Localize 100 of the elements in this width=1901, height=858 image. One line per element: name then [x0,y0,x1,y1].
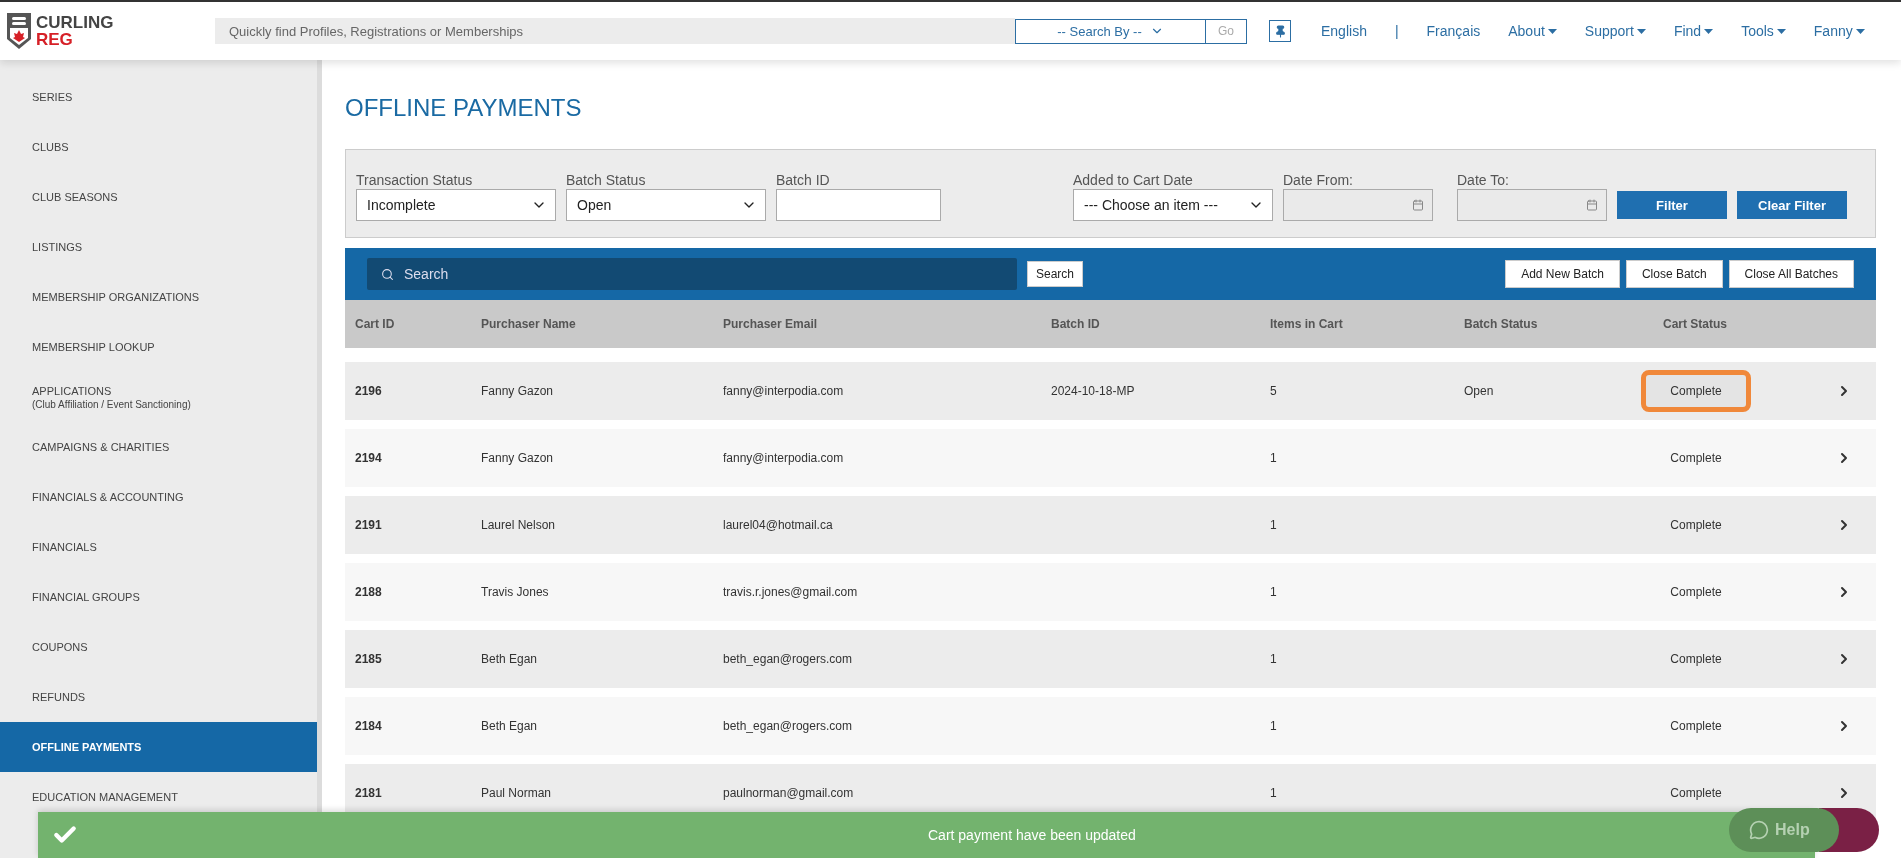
sidebar-item[interactable]: CLUBS [0,122,317,172]
date-field[interactable] [1457,189,1607,221]
caret-icon [1855,28,1865,34]
sidebar-item[interactable]: FINANCIALS [0,522,317,572]
table-cell-text: laurel04@hotmail.ca [723,518,834,532]
search-button[interactable]: Search [1027,261,1084,287]
table-cell-text: travis.r.jones@gmail.com [723,585,859,599]
search-icon [381,267,394,281]
cart-status: Complete [1669,584,1723,601]
toast-message: Cart payment have been updated [928,827,1136,843]
sidebar-item[interactable]: COUPONS [0,622,317,672]
table-cell-text: paulnorman@gmail.com [723,786,855,800]
nav-menu[interactable]: Support [1584,23,1646,39]
table-row[interactable]: 2185 Beth Egan beth_egan@rogers.com 1 Complete [345,630,1876,688]
filter-label: Batch ID [776,172,831,189]
filter-button[interactable]: Filter [1617,191,1727,219]
filter-label: Date To: [1457,172,1510,189]
page-title: OFFLINE PAYMENTS [345,94,583,122]
nav-separator: | [1394,23,1399,39]
column-header: Batch ID [1051,317,1101,331]
filter-dropdown[interactable]: --- Choose an item --- [1073,189,1273,221]
batch-button[interactable]: Close All Batches [1728,260,1854,288]
cart-status: Complete [1669,785,1723,802]
logo-shield-icon [6,12,32,50]
nav-menu[interactable]: About [1508,23,1557,39]
table-cell-text: 1 [1270,786,1278,800]
cart-status: Complete [1669,517,1723,534]
caret-icon [1547,28,1557,34]
pin-button[interactable] [1269,20,1291,42]
table-cell-text: 2191 [355,518,383,532]
batch-button[interactable]: Add New Batch [1505,260,1620,288]
table-cell-text: beth_egan@rogers.com [723,652,853,666]
filter-dropdown[interactable]: Incomplete [356,189,556,221]
sidebar-item[interactable]: LISTINGS [0,222,317,272]
table-cell-text: Fanny Gazon [481,451,555,465]
pin-icon [1273,24,1287,38]
table-cell-text: 2185 [355,652,383,666]
cart-status: Complete [1641,370,1751,412]
nav-menu[interactable]: Find [1673,23,1714,39]
filter-dropdown[interactable]: Open [566,189,766,221]
table-row[interactable]: 2188 Travis Jones travis.r.jones@gmail.com 1 Complete [345,563,1876,621]
caret-icon [1704,28,1714,34]
sidebar-item[interactable]: MEMBERSHIP LOOKUP [0,322,317,372]
cart-status: Complete [1669,718,1723,735]
column-header: Purchaser Name [481,317,577,331]
language-link[interactable]: Français [1426,23,1481,39]
calendar-icon [1586,199,1598,211]
nav-menu[interactable]: Tools [1741,23,1786,39]
filter-label: Added to Cart Date [1073,172,1194,189]
filter-label: Transaction Status [356,172,474,189]
sidebar-item[interactable]: REFUNDS [0,672,317,722]
filter-label: Date From: [1283,172,1354,189]
table-cell-text: fanny@interpodia.com [723,451,845,465]
sidebar-item[interactable]: OFFLINE PAYMENTS [0,722,317,772]
filter-label: Batch Status [566,172,647,189]
column-header: Batch Status [1464,317,1539,331]
sidebar-item[interactable]: APPLICATIONS (Club Affiliation / Event Sanctioning) [0,372,317,422]
table-cell-text: 1 [1270,652,1278,666]
nav-menu[interactable]: Fanny [1813,23,1865,39]
sidebar-item[interactable]: FINANCIAL GROUPS [0,572,317,622]
sidebar-item[interactable]: FINANCIALS & ACCOUNTING [0,472,317,522]
column-header: Cart ID [355,317,396,331]
column-header: Cart Status [1663,317,1728,331]
table-row[interactable]: 2191 Laurel Nelson laurel04@hotmail.ca 1 Complete [345,496,1876,554]
date-field[interactable] [1283,189,1433,221]
table-cell-text: Beth Egan [481,719,539,733]
sidebar-item[interactable]: CLUB SEASONS [0,172,317,222]
sidebar-item[interactable]: CAMPAIGNS & CHARITIES [0,422,317,472]
table-cell-text: fanny@interpodia.com [723,384,845,398]
logo-text: REG [36,31,74,48]
table-cell-text: 2181 [355,786,383,800]
table-cell-text: 1 [1270,518,1278,532]
batch-id-field[interactable] [776,189,941,221]
table-cell-text: Travis Jones [481,585,550,599]
caret-icon [1636,28,1646,34]
cart-status: Complete [1669,651,1723,668]
table-cell-text: 1 [1270,451,1278,465]
column-header: Purchaser Email [723,317,819,331]
table-cell-text: 2196 [355,384,383,398]
filter-button[interactable]: Clear Filter [1737,191,1847,219]
sidebar-item[interactable]: SERIES [0,72,317,122]
table-cell-text: Open [1464,384,1495,398]
caret-icon [1776,28,1786,34]
global-search-field[interactable]: Quickly find Profiles, Registrations or Memberships [215,18,1015,44]
table-cell-text: 1 [1270,719,1278,733]
table-cell-text: 2024-10-18-MP [1051,384,1136,398]
logo-text: CURLING [36,14,114,31]
table-cell-text: Beth Egan [481,652,539,666]
batch-button[interactable]: Close Batch [1625,260,1723,288]
table-cell-text: 2184 [355,719,383,733]
sidebar-item[interactable]: MEMBERSHIP ORGANIZATIONS [0,272,317,322]
table-search-field[interactable]: Search [367,258,1017,290]
chat-bubble-icon [1749,820,1769,840]
cart-status: Complete [1669,450,1723,467]
table-cell-text: beth_egan@rogers.com [723,719,853,733]
table-cell-text: Fanny Gazon [481,384,555,398]
table-row[interactable]: 2196 Fanny Gazon fanny@interpodia.com 2024-10-18-MP 5 Open Complete [345,362,1876,420]
table-row[interactable]: 2184 Beth Egan beth_egan@rogers.com 1 Complete [345,697,1876,755]
language-link[interactable]: English [1321,23,1367,39]
table-row[interactable]: 2194 Fanny Gazon fanny@interpodia.com 1 Complete [345,429,1876,487]
